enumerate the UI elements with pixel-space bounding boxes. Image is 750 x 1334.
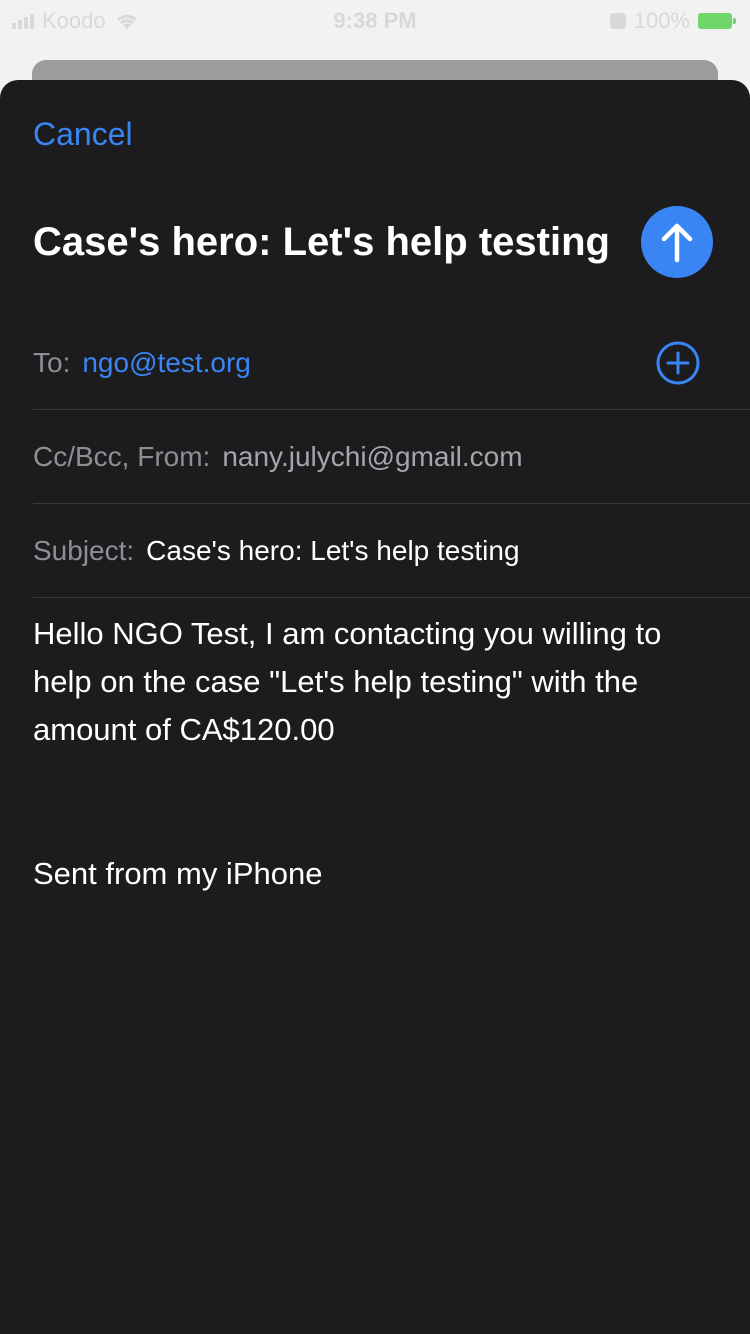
ccbcc-from-row[interactable]: Cc/Bcc, From: nany.julychi@gmail.com xyxy=(33,410,750,504)
battery-percent: 100% xyxy=(633,8,690,33)
to-recipient[interactable]: ngo@test.org xyxy=(82,347,251,379)
ccbcc-from-label: Cc/Bcc, From: xyxy=(33,440,211,472)
to-field-row[interactable]: To: ngo@test.org xyxy=(33,316,750,410)
subject-label: Subject: xyxy=(33,534,135,566)
arrow-up-icon xyxy=(661,223,693,263)
send-button[interactable] xyxy=(641,206,713,278)
message-body[interactable]: Hello NGO Test, I am contacting you will… xyxy=(33,610,723,754)
add-recipient-button[interactable] xyxy=(656,341,700,385)
cancel-button[interactable]: Cancel xyxy=(33,116,133,153)
plus-circle-icon xyxy=(656,341,700,384)
rotation-lock-icon xyxy=(609,13,626,29)
to-label: To: xyxy=(33,346,71,378)
subject-input[interactable]: Case's hero: Let's help testing xyxy=(146,535,519,567)
status-bar: Koodo 9:38 PM 100% xyxy=(0,0,750,40)
status-right: 100% xyxy=(609,8,736,34)
subject-row[interactable]: Subject: Case's hero: Let's help testing xyxy=(33,504,750,598)
battery-icon xyxy=(698,13,736,29)
compose-title: Case's hero: Let's help testing xyxy=(33,220,610,264)
compose-sheet: Cancel Case's hero: Let's help testing T… xyxy=(0,80,750,1334)
from-value[interactable]: nany.julychi@gmail.com xyxy=(222,441,522,473)
signature[interactable]: Sent from my iPhone xyxy=(33,850,322,898)
